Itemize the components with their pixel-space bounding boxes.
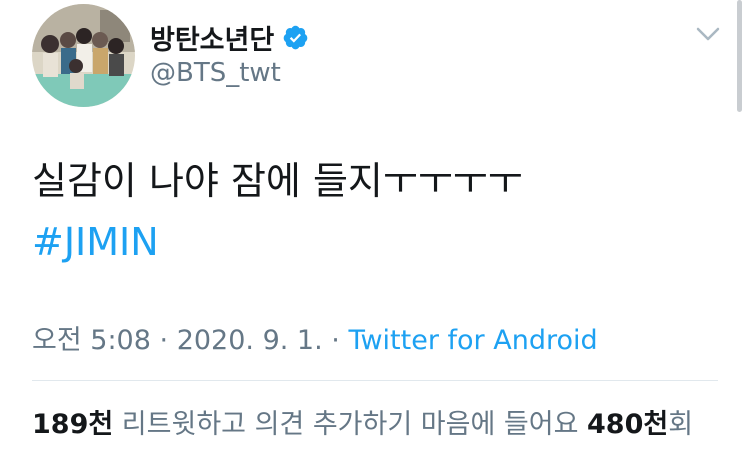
scrollbar[interactable]: [737, 0, 742, 112]
tweet-time: 오전 5:08: [32, 325, 151, 356]
display-name[interactable]: 방탄소년단: [150, 18, 309, 57]
user-handle[interactable]: @BTS_twt: [150, 58, 281, 88]
verified-badge-icon: [282, 24, 309, 51]
chevron-down-icon[interactable]: [694, 24, 722, 44]
meta-separator: ·: [331, 325, 340, 356]
meta-separator: ·: [159, 325, 169, 356]
display-name-text: 방탄소년단: [150, 25, 275, 56]
avatar[interactable]: [32, 4, 135, 107]
tweet-meta: 오전 5:08 · 2020. 9. 1. · Twitter for Andr…: [32, 318, 598, 357]
retweets-label[interactable]: 리트윗하고 의견 추가하기: [122, 409, 412, 440]
hashtag-link[interactable]: #JIMIN: [32, 220, 159, 264]
tweet-stats: 189천 리트윗하고 의견 추가하기 마음에 들어요 480천회: [32, 402, 693, 441]
tweet-date[interactable]: 2020. 9. 1.: [177, 325, 323, 356]
likes-suffix: 회: [668, 409, 694, 440]
divider: [32, 380, 718, 381]
retweets-count[interactable]: 189천: [32, 409, 113, 440]
tweet-text: 실감이 나야 잠에 들지ㅜㅜㅜㅜ: [32, 159, 523, 203]
tweet-source-link[interactable]: Twitter for Android: [348, 325, 597, 356]
likes-count[interactable]: 480천: [587, 409, 668, 440]
likes-label[interactable]: 마음에 들어요: [421, 409, 579, 440]
